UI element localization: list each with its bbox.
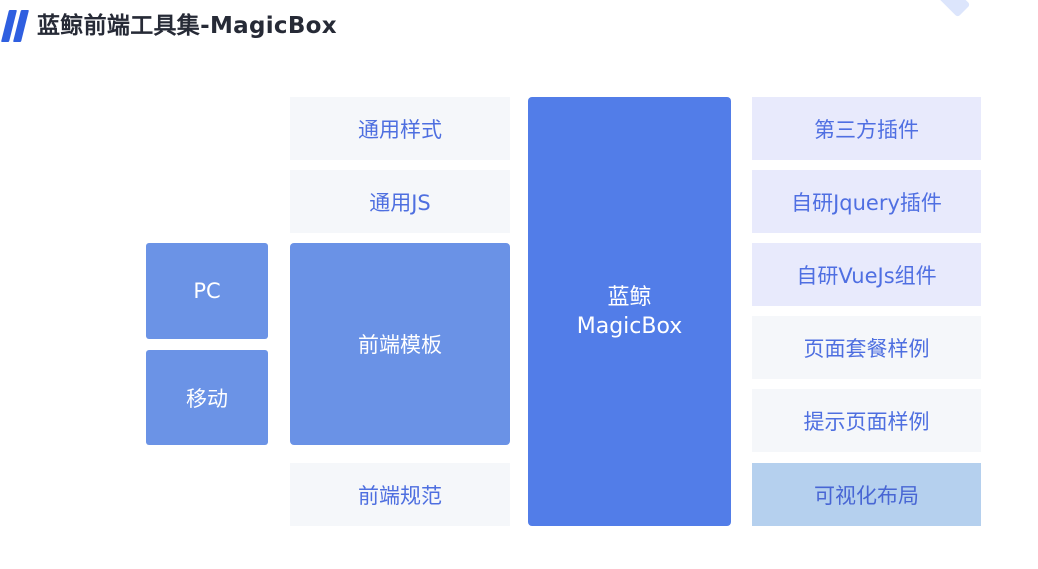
frontend-standards-label: 前端规范	[358, 483, 442, 508]
common-js-label: 通用JS	[369, 190, 431, 215]
common-styles-label: 通用样式	[358, 117, 442, 142]
slide: 蓝鲸前端工具集-MagicBox PC 移动 通用样式 通用JS 前端模板 前端…	[0, 0, 1038, 569]
center-label-line2: MagicBox	[576, 313, 683, 339]
corner-decoration	[933, 0, 971, 18]
frontend-templates-box: 前端模板	[290, 243, 510, 445]
vuejs-components-label: 自研VueJs组件	[796, 263, 937, 288]
magicbox-center-box: 蓝鲸 MagicBox	[528, 97, 731, 526]
frontend-standards-box: 前端规范	[290, 463, 510, 526]
vuejs-components-box: 自研VueJs组件	[752, 243, 981, 306]
prompt-page-examples-box: 提示页面样例	[752, 389, 981, 452]
prompt-page-examples-label: 提示页面样例	[803, 409, 930, 434]
platform-pc-label: PC	[193, 279, 221, 303]
center-label-line1: 蓝鲸	[607, 284, 652, 310]
page-package-examples-box: 页面套餐样例	[752, 316, 981, 379]
page-package-examples-label: 页面套餐样例	[803, 336, 930, 361]
common-styles-box: 通用样式	[290, 97, 510, 160]
platform-pc-box: PC	[146, 243, 268, 339]
jquery-plugins-box: 自研Jquery插件	[752, 170, 981, 233]
jquery-plugins-label: 自研Jquery插件	[791, 190, 942, 215]
visual-layout-box: 可视化布局	[752, 463, 981, 526]
frontend-templates-label: 前端模板	[358, 333, 442, 357]
third-party-plugins-label: 第三方插件	[814, 117, 919, 142]
visual-layout-label: 可视化布局	[814, 483, 919, 508]
platform-mobile-box: 移动	[146, 350, 268, 445]
platform-mobile-label: 移动	[186, 386, 228, 411]
common-js-box: 通用JS	[290, 170, 510, 233]
third-party-plugins-box: 第三方插件	[752, 97, 981, 160]
slanted-bars-icon	[1, 8, 29, 44]
page-title: 蓝鲸前端工具集-MagicBox	[37, 13, 337, 39]
